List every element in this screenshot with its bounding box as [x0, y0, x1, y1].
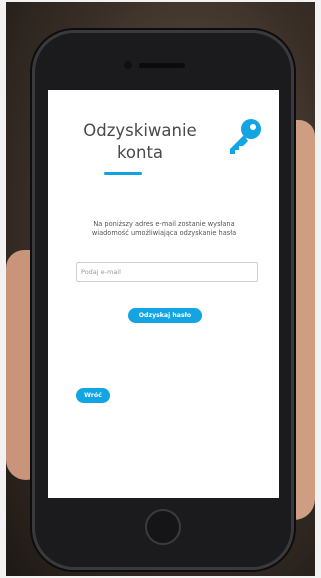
email-input[interactable]: [76, 262, 258, 282]
back-button[interactable]: Wróć: [76, 388, 110, 403]
page-title-line-2: konta: [116, 143, 164, 162]
recover-password-button[interactable]: Odzyskaj hasło: [128, 308, 202, 323]
phone-frame: Odzyskiwanie konta Na poniższy adres e-m…: [32, 30, 294, 570]
front-camera: [124, 61, 132, 69]
info-text: Na poniższy adres e-mail zostanie wysłan…: [91, 220, 237, 237]
key-icon: [230, 119, 261, 154]
earpiece-speaker: [139, 63, 185, 68]
page-title: Odzyskiwanie konta: [48, 120, 232, 164]
phone-screen: Odzyskiwanie konta Na poniższy adres e-m…: [48, 90, 279, 498]
page-title-line-1: Odzyskiwanie: [83, 121, 197, 140]
title-underline: [104, 172, 142, 175]
home-button[interactable]: [145, 509, 181, 545]
